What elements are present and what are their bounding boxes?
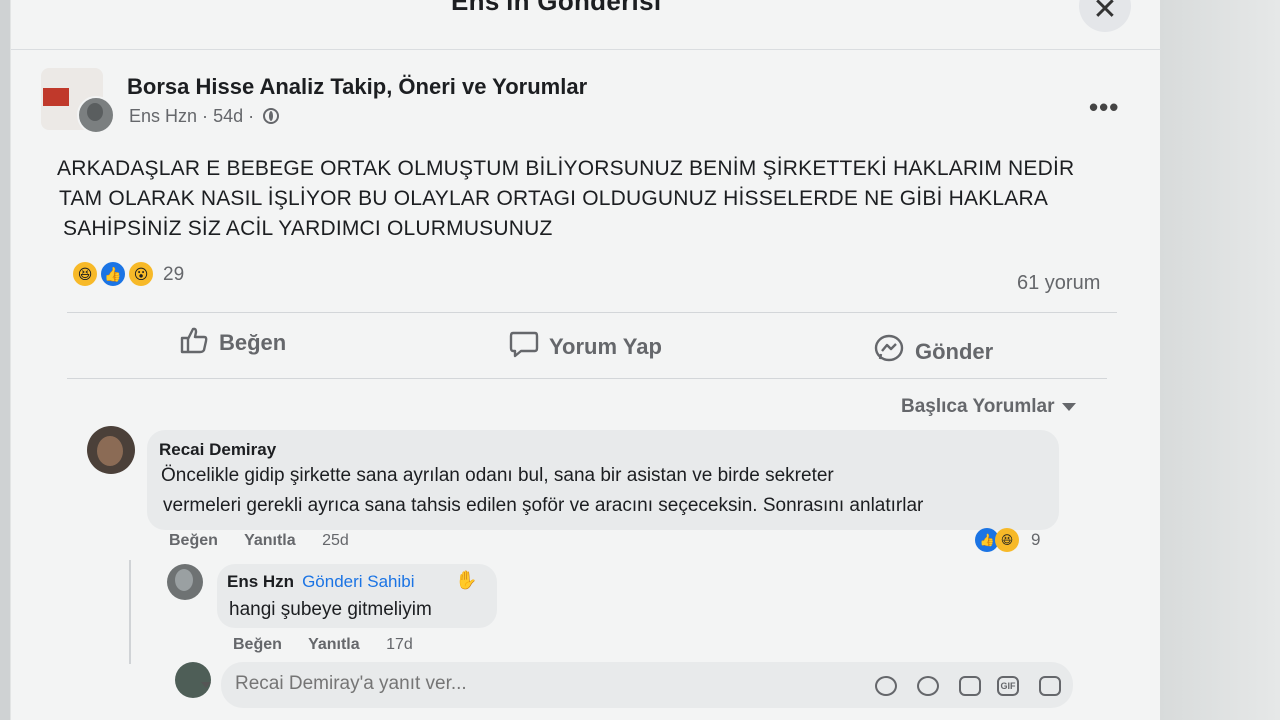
like-button[interactable]: Beğen	[179, 326, 286, 360]
close-button[interactable]: ✕	[1079, 0, 1131, 32]
reply-author-line: Ens Hzn Gönderi Sahibi	[227, 572, 415, 592]
chevron-down-icon[interactable]	[201, 682, 211, 688]
thread-line	[129, 560, 131, 664]
wave-hand-icon[interactable]: ✋	[455, 570, 477, 591]
chevron-down-icon	[1062, 402, 1077, 411]
author-badge: Gönderi Sahibi	[302, 572, 415, 591]
meta-separator-2: ·	[248, 106, 255, 126]
camera-icon[interactable]	[959, 676, 981, 696]
send-label: Gönder	[915, 339, 994, 364]
send-button[interactable]: Gönder	[873, 334, 993, 368]
post-modal: Ens'in Gönderisi ✕ Borsa Hisse Analiz Ta…	[10, 0, 1161, 720]
divider	[67, 378, 1107, 379]
post-meta: Ens Hzn · 54d ·	[129, 106, 280, 127]
comment-count-link[interactable]: 61 yorum	[1017, 272, 1100, 295]
avatar-sticker-icon[interactable]	[1039, 676, 1061, 696]
background-right	[1160, 0, 1280, 720]
reply-actions: Beğen Yanıtla 17d	[233, 636, 435, 654]
more-options-icon[interactable]: •••	[1089, 92, 1119, 123]
gif-icon[interactable]: GIF	[997, 676, 1019, 696]
flag-icon	[43, 88, 69, 106]
wow-reaction-icon: 😮	[127, 260, 155, 288]
comment-time[interactable]: 25d	[322, 532, 349, 549]
reply-time[interactable]: 17d	[386, 636, 413, 653]
post-author-link[interactable]: Ens Hzn	[129, 106, 197, 126]
comment-text-line: vermeleri gerekli ayrıca sana tahsis edi…	[163, 495, 924, 516]
post-text-line: TAM OLARAK NASIL İŞLİYOR BU OLAYLAR ORTA…	[59, 187, 1049, 210]
haha-reaction-icon: 😆	[71, 260, 99, 288]
sticker-icon[interactable]	[875, 676, 897, 696]
comment-reaction-count: 9	[1031, 530, 1041, 549]
sort-label: Başlıca Yorumlar	[901, 396, 1055, 417]
reply-author-avatar[interactable]	[167, 564, 203, 600]
post-time-link[interactable]: 54d	[213, 106, 243, 126]
post-text-line: SAHİPSİNİZ SİZ ACİL YARDIMCI OLURMUSUNUZ	[63, 217, 553, 240]
author-avatar[interactable]	[77, 96, 115, 134]
thumbs-up-icon	[179, 326, 209, 360]
globe-icon	[263, 108, 280, 124]
haha-reaction-icon: 😆	[995, 528, 1019, 552]
post-text-line: ARKADAŞLAR E BEBEGE ORTAK OLMUŞTUM BİLİY…	[57, 157, 1075, 180]
comment-text-line: Öncelikle gidip şirkette sana ayrılan od…	[161, 465, 834, 486]
commenter-avatar[interactable]	[87, 426, 135, 474]
comment-bubble-icon	[509, 330, 539, 364]
emoji-icon[interactable]	[917, 676, 939, 696]
current-user-avatar[interactable]	[175, 662, 211, 698]
comment-label: Yorum Yap	[549, 334, 662, 359]
reply-text: hangi şubeye gitmeliyim	[229, 599, 432, 620]
comment-button[interactable]: Yorum Yap	[509, 330, 662, 364]
like-reaction-icon: 👍	[99, 260, 127, 288]
group-name-link[interactable]: Borsa Hisse Analiz Takip, Öneri ve Yorum…	[127, 74, 587, 100]
reply-author-link[interactable]: Ens Hzn	[227, 572, 294, 591]
comment-reply-button[interactable]: Yanıtla	[244, 532, 296, 549]
reply-input[interactable]	[235, 673, 655, 695]
modal-title: Ens'in Gönderisi	[451, 0, 662, 16]
comment-author-link[interactable]: Recai Demiray	[159, 440, 276, 460]
meta-separator: ·	[202, 106, 209, 126]
modal-header: Ens'in Gönderisi ✕	[11, 0, 1161, 50]
post-body: ARKADAŞLAR E BEBEGE ORTAK OLMUŞTUM BİLİY…	[57, 154, 1137, 244]
close-icon: ✕	[1092, 0, 1118, 26]
like-label: Beğen	[219, 330, 287, 355]
comment-actions: Beğen Yanıtla 25d	[169, 532, 371, 550]
comment-sort-dropdown[interactable]: Başlıca Yorumlar	[901, 396, 1077, 418]
reaction-count[interactable]: 29	[163, 264, 184, 286]
comment-like-button[interactable]: Beğen	[169, 532, 218, 549]
divider	[67, 312, 1117, 313]
messenger-icon	[873, 334, 905, 370]
comment-bubble: Recai Demiray Öncelikle gidip şirkette s…	[147, 430, 1059, 530]
reply-like-button[interactable]: Beğen	[233, 636, 282, 653]
reply-composer[interactable]: GIF	[221, 662, 1073, 708]
reply-reply-button[interactable]: Yanıtla	[308, 636, 360, 653]
